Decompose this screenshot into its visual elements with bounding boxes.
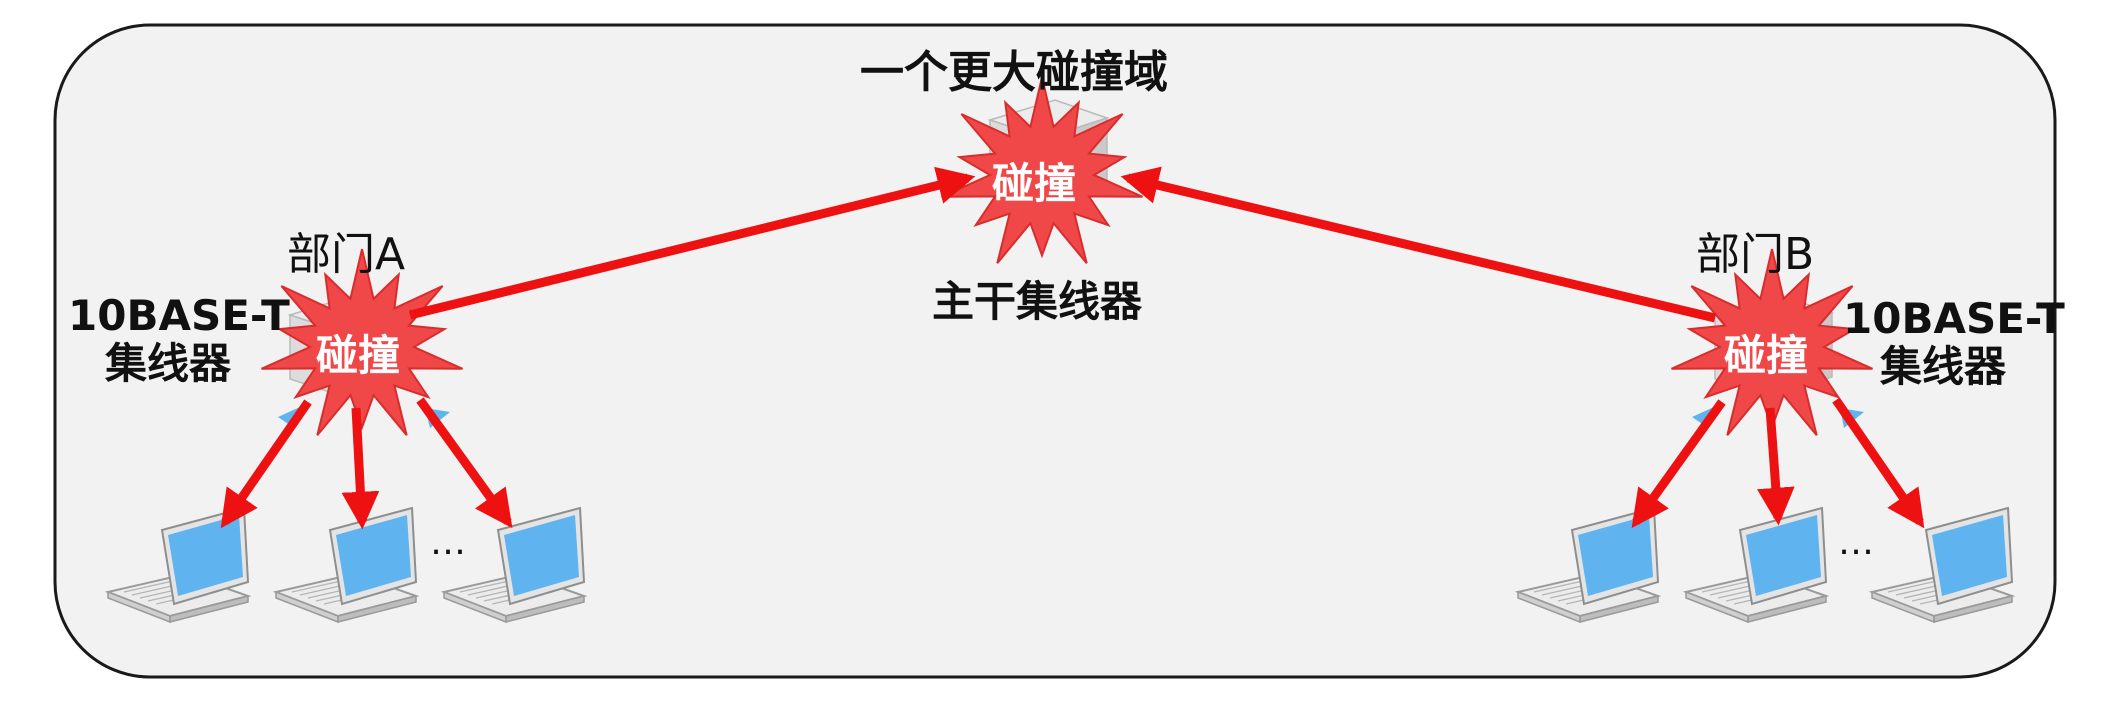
dept-a-ellipsis: … — [430, 522, 466, 563]
dept-a-hub-type: 10BASE-T — [68, 291, 290, 340]
collision-domain-diagram: 一个更大碰撞域 碰撞 主干集线器 部门A 10BASE-T 集线器 碰撞 … 部… — [0, 0, 2110, 702]
diagram-title: 一个更大碰撞域 — [860, 47, 1168, 98]
arrow-a-to-laptop-2 — [341, 407, 380, 530]
dept-b-label: 部门B — [1696, 229, 1815, 280]
backbone-hub-label: 主干集线器 — [932, 277, 1143, 326]
dept-a-hub-label: 10BASE-T 集线器 — [68, 291, 290, 388]
dept-a-label: 部门A — [287, 229, 406, 280]
backbone-collision-label: 碰撞 — [992, 159, 1077, 208]
dept-a-collision-label: 碰撞 — [316, 331, 401, 380]
dept-a-hub-kind: 集线器 — [104, 339, 231, 388]
dept-b-collision-label: 碰撞 — [1724, 331, 1809, 380]
dept-b-hub-kind: 集线器 — [1879, 342, 2006, 391]
dept-b-hub-type: 10BASE-T — [1843, 294, 2065, 343]
dept-b-ellipsis: … — [1838, 522, 1874, 563]
dept-b-hub-label: 10BASE-T 集线器 — [1843, 294, 2065, 391]
